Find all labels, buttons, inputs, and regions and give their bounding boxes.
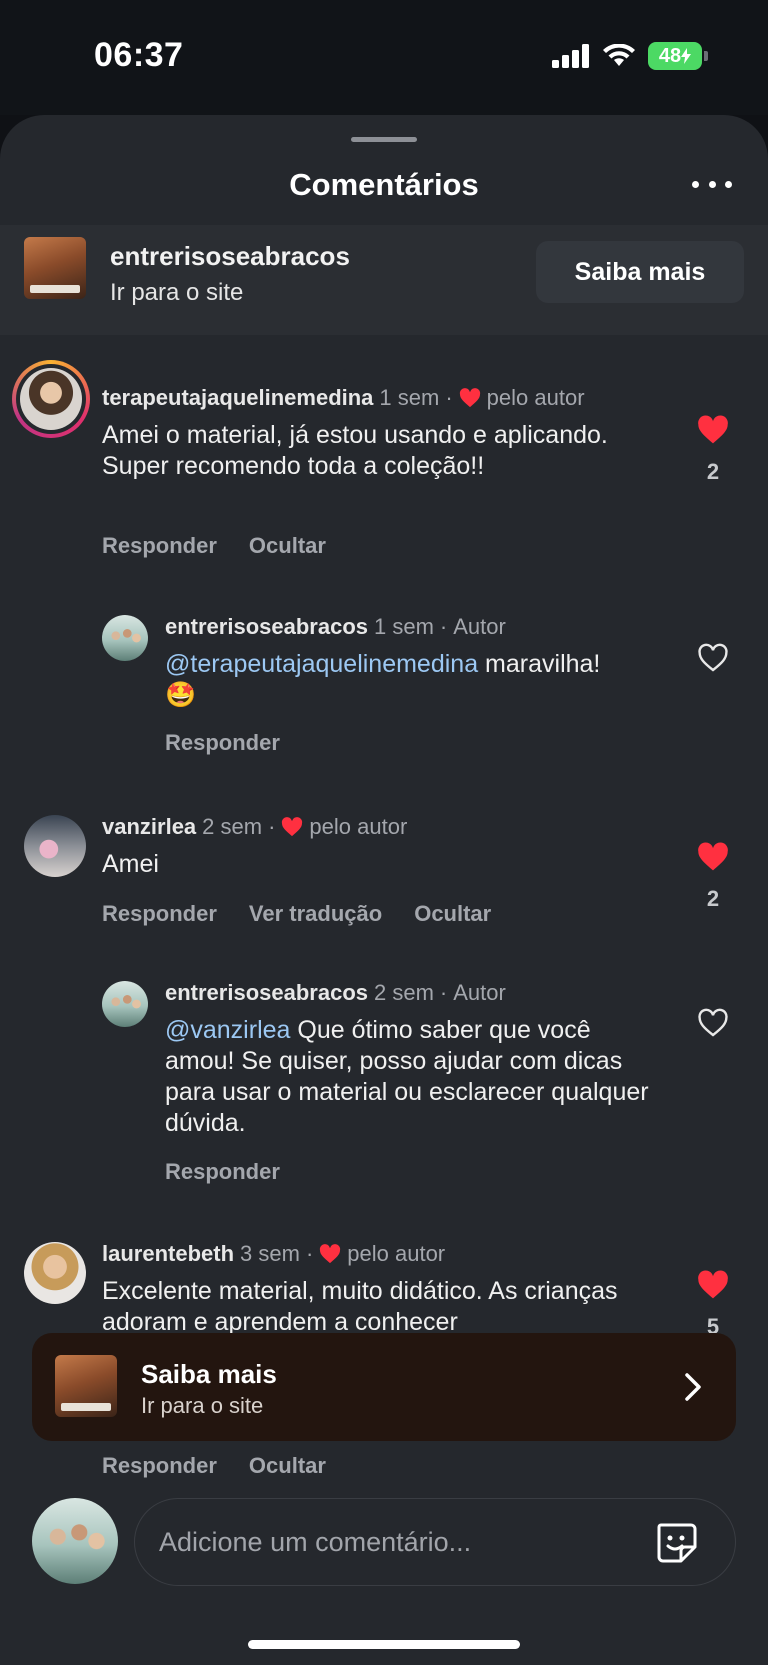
comment-input[interactable] [159, 1499, 619, 1585]
see-translation-button[interactable]: Ver tradução [249, 901, 382, 927]
reply-meta: entrerisoseabracos 2 sem · Autor [165, 980, 506, 1006]
comment-text: Amei [102, 850, 159, 878]
heart-outline-icon[interactable] [697, 643, 729, 673]
sticker-icon[interactable] [653, 1519, 699, 1565]
reply-time: 2 sem [374, 980, 434, 1005]
home-indicator [248, 1640, 520, 1649]
learn-more-banner[interactable]: Saiba mais Ir para o site [32, 1333, 736, 1441]
comment-meta: laurentebeth 3 sem · pelo autor [102, 1241, 446, 1267]
hide-button[interactable]: Ocultar [249, 1453, 326, 1479]
status-bar: 06:37 48 [0, 0, 768, 115]
ad-thumbnail[interactable] [24, 237, 86, 299]
chevron-right-icon [685, 1373, 701, 1401]
heart-filled-icon[interactable] [697, 1270, 729, 1300]
reply-time: 1 sem [374, 614, 434, 639]
reply-actions: Responder [165, 730, 280, 756]
comment-actions: Responder Ver tradução Ocultar [102, 901, 491, 927]
reply-meta: entrerisoseabracos 1 sem · Autor [165, 614, 506, 640]
reply-username[interactable]: entrerisoseabracos [165, 614, 368, 640]
comment-input-bar [0, 1490, 768, 1665]
sheet-title: Comentários [289, 167, 479, 202]
comment-meta: vanzirlea 2 sem · pelo autor [102, 814, 408, 840]
reply-text: @terapeutajaquelinemedina maravilha! 🤩 [165, 650, 601, 709]
my-avatar[interactable] [32, 1498, 118, 1584]
signal-icon [552, 44, 589, 68]
banner-subtitle: Ir para o site [141, 1393, 264, 1418]
banner-title: Saiba mais [141, 1359, 277, 1389]
ad-subtitle[interactable]: Ir para o site [110, 279, 243, 307]
ad-account-name[interactable]: entrerisoseabracos [110, 241, 350, 272]
author-liked-heart-icon [459, 388, 480, 408]
heart-filled-icon[interactable] [697, 415, 729, 445]
reply-text: @vanzirlea Que ótimo saber que você amou… [165, 1016, 649, 1137]
comment-time: 2 sem [202, 814, 263, 839]
like-control [693, 643, 733, 673]
comment-time: 1 sem [379, 385, 440, 410]
mention-link[interactable]: @terapeutajaquelinemedina [165, 650, 478, 678]
comment-time: 3 sem [240, 1241, 300, 1266]
reply-actions: Responder [165, 1159, 280, 1185]
charging-bolt-icon [681, 48, 692, 64]
reply-username[interactable]: entrerisoseabracos [165, 980, 368, 1006]
comment-input-field[interactable] [134, 1498, 736, 1586]
author-liked-label: pelo autor [347, 1241, 446, 1266]
reply-button[interactable]: Responder [165, 730, 280, 756]
comment-username[interactable]: vanzirlea [102, 814, 196, 840]
like-control: 2 [693, 842, 733, 912]
like-control: 5 [693, 1270, 733, 1340]
comment-actions: Responder Ocultar [102, 1453, 326, 1479]
mention-link[interactable]: @vanzirlea [165, 1016, 290, 1044]
heart-outline-icon[interactable] [697, 1008, 729, 1038]
like-control [693, 1008, 733, 1038]
comment-username[interactable]: laurentebeth [102, 1241, 234, 1267]
author-liked-label: pelo autor [486, 385, 585, 410]
sheet-grabber[interactable] [351, 137, 417, 142]
reply-button[interactable]: Responder [102, 533, 217, 559]
author-role: Autor [453, 980, 506, 1005]
hide-button[interactable]: Ocultar [249, 533, 326, 559]
wifi-icon [603, 44, 635, 66]
commenter-avatar[interactable] [12, 360, 90, 438]
commenter-avatar[interactable] [24, 1242, 86, 1304]
comment-actions: Responder Ocultar [102, 533, 326, 559]
more-options-button[interactable] [692, 172, 732, 196]
ad-header[interactable]: entrerisoseabracos Ir para o site Saiba … [0, 225, 768, 335]
reply-button[interactable]: Responder [102, 901, 217, 927]
reply-button[interactable]: Responder [102, 1453, 217, 1479]
author-liked-label: pelo autor [309, 814, 408, 839]
status-icons: 48 [552, 42, 708, 70]
hide-button[interactable]: Ocultar [414, 901, 491, 927]
star-struck-emoji: 🤩 [165, 681, 197, 709]
reply-avatar[interactable] [102, 981, 148, 1027]
like-count: 2 [706, 459, 720, 484]
reply-avatar[interactable] [102, 615, 148, 661]
comment-text: Amei o material, já estou usando e aplic… [102, 421, 608, 480]
status-time: 06:37 [94, 36, 184, 74]
comment-meta: terapeutajaquelinemedina 1 sem · pelo au… [102, 385, 585, 411]
comment-username[interactable]: terapeutajaquelinemedina [102, 385, 373, 411]
reply-button[interactable]: Responder [165, 1159, 280, 1185]
author-role: Autor [453, 614, 506, 639]
like-count: 2 [706, 886, 720, 911]
comment-text: Excelente material, muito didático. As c… [102, 1277, 618, 1336]
battery-level: 48 [658, 44, 682, 67]
author-liked-heart-icon [282, 817, 303, 837]
learn-more-button[interactable]: Saiba mais [536, 241, 744, 303]
commenter-avatar[interactable] [24, 815, 86, 877]
battery-icon: 48 [648, 42, 708, 70]
author-liked-heart-icon [320, 1244, 341, 1264]
heart-filled-icon[interactable] [697, 842, 729, 872]
banner-thumbnail [55, 1355, 117, 1417]
like-control: 2 [693, 415, 733, 485]
